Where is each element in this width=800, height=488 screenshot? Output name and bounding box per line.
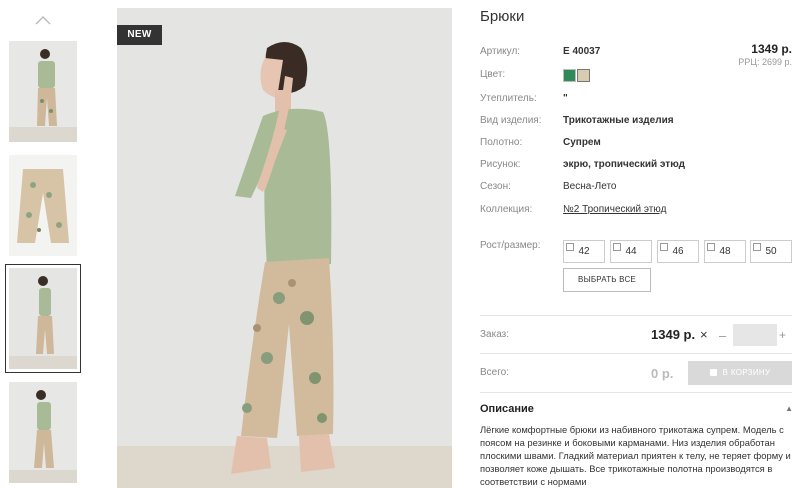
size-option-48[interactable]: 48 bbox=[704, 240, 746, 263]
add-to-cart-button[interactable]: В КОРЗИНУ bbox=[688, 361, 792, 385]
description-title: Описание bbox=[480, 403, 534, 415]
article-value: Е 40037 bbox=[563, 46, 601, 57]
season-label: Сезон: bbox=[480, 181, 511, 192]
thumbnail-1[interactable] bbox=[9, 41, 77, 142]
total-value: 0 р. bbox=[651, 366, 674, 381]
color-swatch-green[interactable] bbox=[563, 69, 576, 82]
quantity-input[interactable] bbox=[733, 324, 777, 346]
caret-up-icon[interactable]: ▲ bbox=[785, 404, 793, 413]
order-label: Заказ: bbox=[480, 329, 510, 340]
product-type-value: Трикотажные изделия bbox=[563, 115, 674, 126]
order-price: 1349 р. bbox=[651, 327, 696, 342]
thumbnail-gallery bbox=[0, 0, 90, 488]
season-value: Весна-Лето bbox=[563, 181, 617, 192]
size-option-50[interactable]: 50 bbox=[750, 240, 792, 263]
size-option-42[interactable]: 42 bbox=[563, 240, 605, 263]
fabric-value: Супрем bbox=[563, 137, 601, 148]
fabric-label: Полотно: bbox=[480, 137, 523, 148]
description-text: Лёгкие комфортные брюки из набивного три… bbox=[480, 424, 791, 488]
product-type-label: Вид изделия: bbox=[480, 115, 542, 126]
increase-quantity-button[interactable]: + bbox=[779, 328, 786, 342]
product-info-panel: Брюки 1349 р. РРЦ: 2699 р. Артикул: Е 40… bbox=[480, 0, 800, 488]
divider bbox=[480, 353, 792, 354]
main-product-image[interactable] bbox=[117, 8, 452, 488]
pattern-label: Рисунок: bbox=[480, 159, 521, 170]
insulation-value: " bbox=[563, 93, 568, 104]
select-all-sizes-button[interactable]: ВЫБРАТЬ ВСЕ bbox=[563, 268, 651, 292]
insulation-label: Утеплитель: bbox=[480, 93, 537, 104]
recommended-retail-price: РРЦ: 2699 р. bbox=[738, 57, 792, 67]
color-swatch-beige[interactable] bbox=[577, 69, 590, 82]
size-option-46[interactable]: 46 bbox=[657, 240, 699, 263]
collection-label: Коллекция: bbox=[480, 204, 533, 215]
checkbox-icon bbox=[613, 243, 621, 251]
checkbox-icon bbox=[753, 243, 761, 251]
total-label: Всего: bbox=[480, 367, 509, 378]
checkbox-icon bbox=[660, 243, 668, 251]
product-title: Брюки bbox=[480, 8, 525, 25]
divider bbox=[480, 392, 792, 393]
checkbox-icon bbox=[566, 243, 574, 251]
article-label: Артикул: bbox=[480, 46, 521, 57]
new-badge: NEW bbox=[117, 25, 162, 45]
lock-icon bbox=[709, 369, 717, 376]
pattern-value: экрю, тропический этюд bbox=[563, 159, 685, 170]
thumbnail-3-selected[interactable] bbox=[5, 264, 81, 373]
divider bbox=[480, 315, 792, 316]
chevron-up-icon[interactable] bbox=[33, 11, 53, 31]
decrease-quantity-button[interactable]: – bbox=[719, 328, 726, 343]
thumbnail-4[interactable] bbox=[9, 382, 77, 483]
size-option-44[interactable]: 44 bbox=[610, 240, 652, 263]
product-price: 1349 р. bbox=[751, 42, 792, 56]
size-label: Рост/размер: bbox=[480, 240, 541, 251]
color-label: Цвет: bbox=[480, 69, 506, 80]
times-icon: × bbox=[700, 327, 708, 342]
thumbnail-2[interactable] bbox=[9, 155, 77, 256]
checkbox-icon bbox=[707, 243, 715, 251]
collection-link[interactable]: №2 Тропический этюд bbox=[563, 204, 666, 215]
